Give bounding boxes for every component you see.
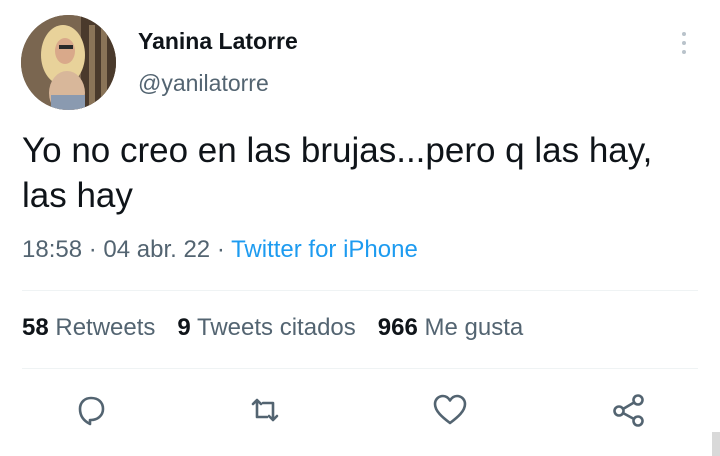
action-bar [0,390,720,432]
likes-stat[interactable]: 966 Me gusta [378,314,523,342]
meta-separator: · [82,236,104,263]
more-options-icon[interactable] [672,30,696,56]
divider [22,368,698,369]
share-icon [613,394,644,427]
scrollbar-corner [712,432,720,456]
retweets-count: 58 [22,314,49,341]
share-button[interactable] [609,390,649,430]
retweet-icon [251,398,279,422]
reply-icon [78,396,105,426]
quotes-stat[interactable]: 9 Tweets citados [177,314,355,342]
divider [22,290,698,291]
more-dot [682,50,686,54]
user-handle[interactable]: @yanilatorre [138,70,269,97]
likes-label: Me gusta [424,314,524,341]
retweets-stat[interactable]: 58 Retweets [22,314,155,342]
avatar[interactable] [21,15,116,110]
tweet-meta: 18:58 · 04 abr. 22 · Twitter for iPhone [22,236,418,264]
more-dot [682,32,686,36]
more-dot [682,41,686,45]
display-name[interactable]: Yanina Latorre [138,28,298,55]
quotes-label: Tweets citados [197,314,356,341]
tweet-time[interactable]: 18:58 [22,236,82,263]
like-button[interactable] [430,390,470,430]
tweet-date[interactable]: 04 abr. 22 [103,236,210,263]
tweet-text: Yo no creo en las brujas...pero q las ha… [22,131,653,215]
avatar-image [21,15,116,110]
reply-button[interactable] [71,390,111,430]
retweets-label: Retweets [55,314,156,341]
likes-count: 966 [377,314,418,341]
quotes-count: 9 [177,314,191,341]
like-icon [433,394,467,425]
retweet-button[interactable] [245,390,285,430]
tweet-stats: 58 Retweets 9 Tweets citados 966 Me gust… [22,314,523,342]
meta-separator: · [210,236,232,263]
tweet-source-link[interactable]: Twitter for iPhone [231,236,418,263]
